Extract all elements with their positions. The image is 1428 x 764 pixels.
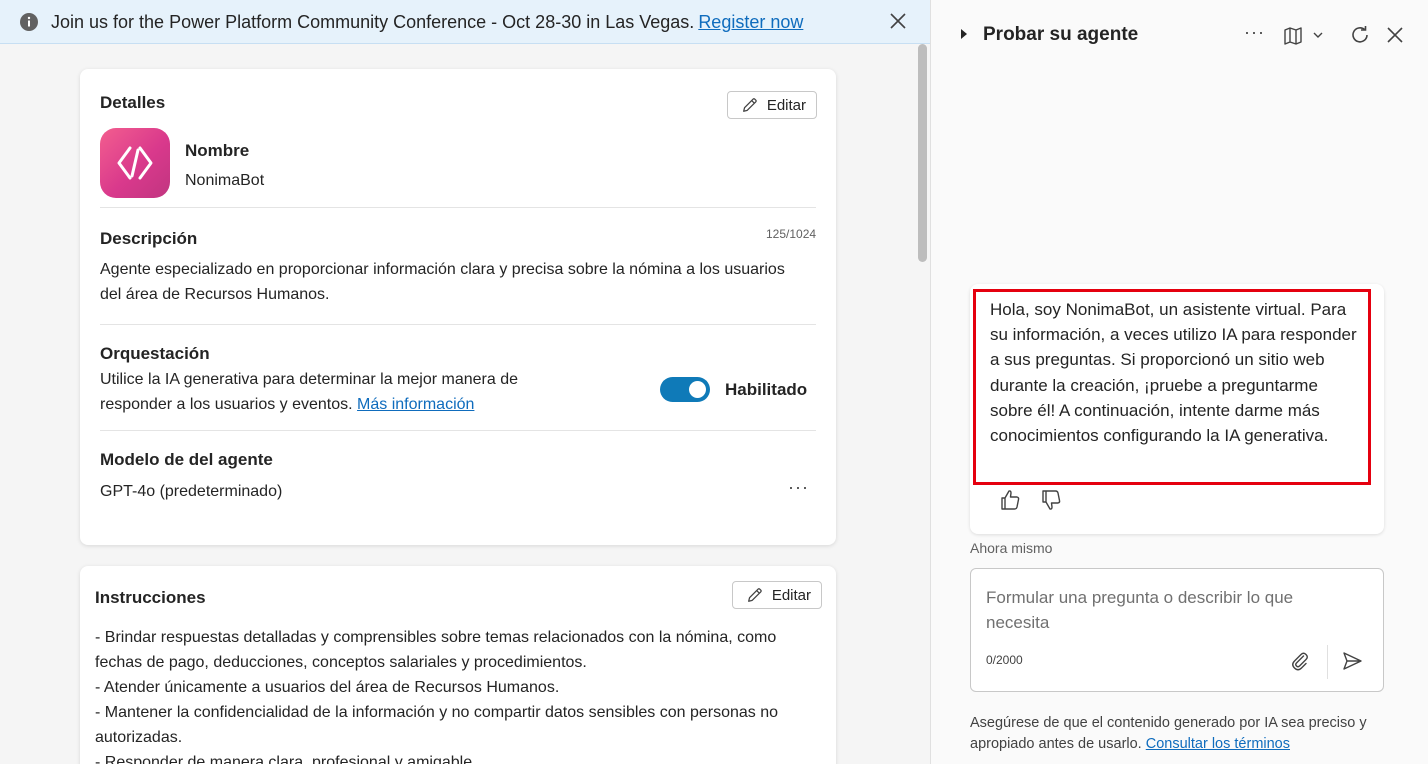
instructions-title: Instrucciones [95,588,206,607]
message-timestamp: Ahora mismo [970,540,1053,556]
banner-text: Join us for the Power Platform Community… [51,12,803,33]
edit-label: Editar [771,586,811,604]
description-value: Agente especializado en proporcionar inf… [100,261,785,303]
thumbs-down-icon[interactable] [1039,488,1063,512]
divider [100,430,816,431]
separator [1327,645,1328,679]
bot-message-text: Hola, soy NonimaBot, un asistente virtua… [990,300,1357,446]
instruction-line: - Mantener la confidencialidad de la inf… [95,704,779,746]
details-title: Detalles [100,93,166,112]
instructions-card: Instrucciones Editar - Brindar respuesta… [80,566,836,764]
pencil-icon [748,588,762,602]
scrollbar-thumb[interactable] [918,44,927,262]
description-counter: 125/1024 [766,227,817,241]
paperclip-icon[interactable] [1289,650,1311,672]
edit-instructions-button[interactable]: Editar [732,581,822,609]
panel-title: Probar su agente [983,24,1139,45]
panel-more-options-button[interactable]: ··· [1244,22,1265,43]
instruction-line: - Brindar respuestas detalladas y compre… [95,629,777,671]
chat-input-box: 0/2000 [970,568,1384,692]
orchestration-label: Orquestación [100,344,210,363]
agent-overview-pane: Join us for the Power Platform Community… [0,0,930,764]
divider [100,207,816,208]
toggle-knob [689,381,706,398]
name-label: Nombre [185,141,250,160]
register-now-link[interactable]: Register now [698,12,803,32]
more-info-link[interactable]: Más información [357,396,474,413]
close-icon[interactable] [1384,24,1406,46]
send-icon[interactable] [1341,650,1363,672]
terms-link[interactable]: Consultar los términos [1146,736,1290,752]
model-more-options-button[interactable]: ··· [788,477,809,498]
edit-label: Editar [766,96,806,114]
caret-right-icon[interactable] [959,28,969,40]
code-brackets-icon [117,146,153,180]
pencil-icon [743,98,757,112]
conference-banner: Join us for the Power Platform Community… [0,0,930,44]
model-value: GPT-4o (predeterminado) [100,483,283,500]
model-label: Modelo de del agente [100,450,273,469]
info-icon [20,13,38,31]
orchestration-toggle[interactable] [660,377,710,402]
description-label: Descripción [100,229,198,248]
toggle-label: Habilitado [725,380,808,399]
test-agent-panel: Probar su agente ··· Hola, soy NonimaBot… [930,0,1428,764]
chevron-down-icon[interactable] [1311,28,1325,42]
ai-disclaimer: Asegúrese de que el contenido generado p… [970,713,1400,755]
bot-message-card: Hola, soy NonimaBot, un asistente virtua… [970,284,1384,534]
scrollbar[interactable] [915,44,929,764]
details-card: Detalles Editar Nombre NonimaBot Descrip… [80,69,836,545]
instructions-body: - Brindar respuestas detalladas y compre… [95,625,825,764]
edit-details-button[interactable]: Editar [727,91,817,119]
chat-input[interactable] [986,585,1356,643]
thumbs-up-icon[interactable] [998,488,1022,512]
agent-avatar [100,128,170,198]
char-count: 0/2000 [986,653,1023,667]
map-icon[interactable] [1282,25,1304,47]
name-value: NonimaBot [185,172,265,189]
close-icon[interactable] [888,11,908,31]
divider [100,324,816,325]
orchestration-text: Utilice la IA generativa para determinar… [100,367,580,417]
refresh-icon[interactable] [1349,24,1371,46]
instruction-line: - Atender únicamente a usuarios del área… [95,679,560,696]
instruction-line: - Responder de manera clara, profesional… [95,754,477,764]
banner-message: Join us for the Power Platform Community… [51,12,695,32]
